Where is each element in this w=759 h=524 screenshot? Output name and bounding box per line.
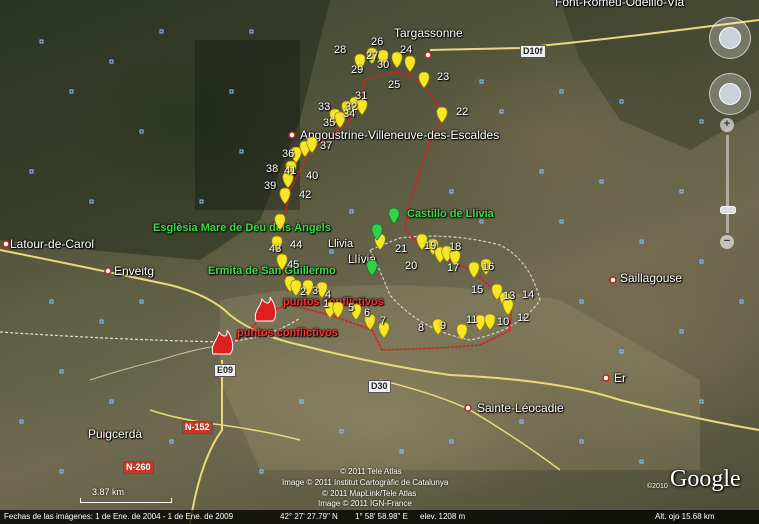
scale-label: 3.87 km — [92, 487, 125, 497]
waypoint-14: 14 — [522, 289, 535, 301]
zoom-out-button[interactable]: − — [720, 235, 734, 249]
look-eye-icon[interactable] — [719, 27, 741, 49]
scale-bar — [80, 498, 172, 503]
waypoint-33: 33 — [318, 101, 331, 113]
waypoint-44: 44 — [290, 239, 303, 251]
credit-tele-atlas: © 2011 Tele Atlas — [340, 467, 402, 476]
waypoint-42: 42 — [299, 189, 312, 201]
waypoint-7: 7 — [380, 315, 387, 327]
latitude-readout: 42° 27' 27.79" N — [280, 512, 338, 521]
logo-year: ©2010 — [647, 483, 668, 490]
waypoint-25: 25 — [388, 79, 401, 91]
placemark-pin-green[interactable] — [366, 259, 378, 277]
waypoint-41: 41 — [284, 165, 297, 177]
move-control[interactable] — [709, 73, 751, 115]
zoom-in-button[interactable]: + — [720, 118, 734, 132]
waypoint-22: 22 — [456, 106, 469, 118]
waypoint-10: 10 — [497, 316, 510, 328]
waypoint-37: 37 — [320, 140, 333, 152]
placemark-pin-yellow[interactable] — [456, 323, 468, 341]
zoom-slider-thumb[interactable] — [720, 206, 736, 214]
credit-icc: Image © 2011 Institut Cartogràfic de Cat… — [282, 478, 449, 487]
waypoint-3: 3 — [312, 285, 319, 297]
conflict-fire-icon[interactable] — [254, 296, 277, 322]
waypoint-2: 2 — [300, 286, 307, 298]
waypoint-29: 29 — [351, 64, 364, 76]
waypoint-12: 12 — [517, 312, 530, 324]
waypoint-13: 13 — [503, 290, 516, 302]
waypoint-21: 21 — [395, 243, 408, 255]
imagery-dates: Fechas de las imágenes: 1 de Ene. de 200… — [4, 512, 234, 521]
waypoint-20: 20 — [405, 260, 418, 272]
placemark-pin-yellow[interactable] — [404, 55, 416, 73]
google-logo: Google — [670, 466, 741, 492]
credit-maplink: © 2011 MapLink/Tele Atlas — [322, 489, 417, 498]
waypoint-9: 9 — [440, 320, 447, 332]
waypoint-26: 26 — [371, 36, 384, 48]
waypoint-36: 36 — [282, 148, 295, 160]
waypoint-35: 35 — [323, 117, 336, 129]
credit-ign: Image © 2011 IGN-France — [318, 499, 412, 508]
waypoint-11: 11 — [466, 314, 478, 326]
conflict-fire-icon[interactable] — [211, 329, 234, 355]
elevation-readout: elev. 1208 m — [420, 512, 466, 521]
look-control[interactable] — [709, 17, 751, 59]
placemark-pin-yellow[interactable] — [436, 106, 448, 124]
placemark-pin-yellow[interactable] — [418, 71, 430, 89]
waypoint-19: 19 — [424, 240, 437, 252]
placemark-pin-yellow[interactable] — [468, 261, 480, 279]
waypoint-24: 24 — [400, 44, 413, 56]
waypoint-30: 30 — [377, 59, 390, 71]
waypoint-38: 38 — [266, 163, 279, 175]
placemark-pin-yellow[interactable] — [332, 301, 344, 319]
waypoint-23: 23 — [437, 71, 450, 83]
waypoint-40: 40 — [306, 170, 319, 182]
waypoint-15: 15 — [471, 284, 484, 296]
waypoint-43: 43 — [269, 243, 282, 255]
waypoint-28: 28 — [334, 44, 347, 56]
placemark-pin-yellow[interactable] — [279, 187, 291, 205]
waypoint-6: 6 — [364, 307, 371, 319]
waypoint-45: 45 — [287, 259, 300, 271]
placemark-pin-yellow[interactable] — [484, 313, 496, 331]
move-hand-icon[interactable] — [719, 83, 741, 105]
zoom-slider-track[interactable] — [726, 135, 729, 233]
status-bar: Fechas de las imágenes: 1 de Ene. de 200… — [0, 510, 759, 524]
waypoint-8: 8 — [418, 322, 425, 334]
longitude-readout: 1° 58' 58.98" E — [355, 512, 408, 521]
placemark-pin-yellow[interactable] — [276, 253, 288, 271]
waypoint-18: 18 — [449, 241, 462, 253]
waypoint-5: 5 — [348, 302, 355, 314]
eye-altitude-readout: Alt. ojo 15.68 km — [655, 512, 715, 521]
placemark-layer — [211, 47, 514, 355]
placemark-pin-yellow[interactable] — [274, 213, 286, 231]
waypoint-34: 34 — [343, 108, 356, 120]
waypoint-16: 16 — [482, 261, 495, 273]
satellite-map[interactable]: Targassonne Angoustrine-Villeneuve-des-E… — [0, 0, 759, 524]
waypoint-17: 17 — [447, 262, 460, 274]
placemark-pin-green[interactable] — [388, 207, 400, 225]
waypoint-39: 39 — [264, 180, 277, 192]
waypoint-1: 1 — [323, 298, 330, 310]
